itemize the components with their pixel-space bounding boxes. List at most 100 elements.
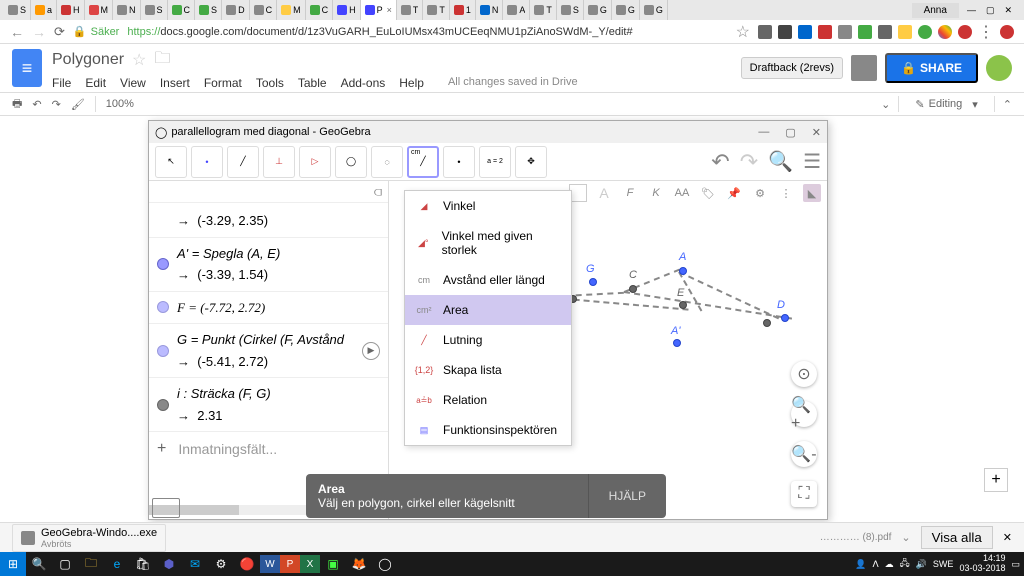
dropdown-item-avstand[interactable]: cm Avstånd eller längd (405, 265, 571, 295)
redo-icon[interactable]: ↷ (740, 149, 758, 175)
comments-icon[interactable] (851, 55, 877, 81)
style-bar-icon[interactable]: ◣ (803, 184, 821, 202)
browser-tab[interactable]: S (4, 0, 31, 20)
keyboard-icon[interactable] (152, 498, 180, 518)
close-icon[interactable]: × (387, 5, 392, 15)
label-icon[interactable]: 🏷 (699, 184, 717, 202)
undo-icon[interactable]: ↶ (711, 149, 729, 175)
browser-tab[interactable]: G (640, 0, 668, 20)
browser-tab[interactable]: M (85, 0, 114, 20)
visibility-toggle[interactable] (157, 399, 169, 411)
algebra-row[interactable]: i : Sträcka (F, G)→ 2.31 (149, 378, 388, 432)
extension-icon[interactable] (858, 25, 872, 39)
more-icon[interactable]: ⋮ (777, 184, 795, 202)
extension-icon[interactable] (758, 25, 772, 39)
menu-file[interactable]: File (52, 76, 71, 90)
fullscreen-icon[interactable]: ⛶ (791, 481, 817, 507)
dropdown-item-area[interactable]: cm² Area (405, 295, 571, 325)
close-icon[interactable]: ✕ (812, 126, 821, 139)
move-tool[interactable]: ✥ (515, 146, 547, 178)
point-tool[interactable]: • (191, 146, 223, 178)
extension-icon[interactable] (818, 25, 832, 39)
italic-icon[interactable]: K (647, 184, 665, 202)
browser-tab[interactable]: S (195, 0, 222, 20)
menu-table[interactable]: Table (298, 76, 327, 90)
store-icon[interactable]: 🛍 (130, 552, 156, 576)
star-icon[interactable]: ☆ (132, 50, 146, 70)
browser-tab[interactable]: M (277, 0, 306, 20)
avatar[interactable] (986, 55, 1012, 81)
browser-tab[interactable]: H (57, 0, 85, 20)
slider-tool[interactable]: a = 2 (479, 146, 511, 178)
redo-icon[interactable]: ↷ (52, 98, 61, 111)
browser-tab[interactable]: S (557, 0, 584, 20)
algebra-row[interactable]: → (-3.29, 2.35) (149, 203, 388, 238)
download-item[interactable]: GeoGebra-Windo....exe Avbröts (12, 524, 166, 552)
menu-edit[interactable]: Edit (85, 76, 106, 90)
firefox-icon[interactable]: 🦊 (346, 552, 372, 576)
menu-icon[interactable]: ⋮ (978, 22, 994, 42)
geogebra-taskbar-icon[interactable]: ◯ (372, 552, 398, 576)
menu-addons[interactable]: Add-ons (341, 76, 386, 90)
language-indicator[interactable]: SWE (933, 559, 954, 569)
edge-icon[interactable]: e (104, 552, 130, 576)
zoom-out-icon[interactable]: 🔍- (791, 441, 817, 467)
security-indicator[interactable]: 🔒 Säker (73, 25, 119, 38)
undo-icon[interactable]: ↶ (32, 98, 41, 111)
geogebra-titlebar[interactable]: ◯ parallellogram med diagonal - GeoGebra… (149, 121, 827, 143)
segment-tool[interactable]: ╱ (227, 146, 259, 178)
excel-icon[interactable]: X (300, 555, 320, 573)
browser-tab[interactable]: C (250, 0, 278, 20)
word-icon[interactable]: W (260, 555, 280, 573)
doc-title[interactable]: Polygoner (52, 51, 124, 69)
input-placeholder[interactable]: Inmatningsfält... (178, 441, 277, 457)
browser-tab[interactable]: T (530, 0, 557, 20)
menu-help[interactable]: Help (399, 76, 424, 90)
text-color-icon[interactable]: A (595, 184, 613, 202)
menu-tools[interactable]: Tools (256, 76, 284, 90)
font-size-icon[interactable]: AA (673, 184, 691, 202)
browser-tab-active[interactable]: P× (361, 0, 397, 20)
pin-icon[interactable]: 📌 (725, 184, 743, 202)
browser-tab[interactable]: C (306, 0, 334, 20)
menu-format[interactable]: Format (204, 76, 242, 90)
app-icon[interactable]: ▣ (320, 552, 346, 576)
download-item[interactable]: ………… (8).pdf (820, 532, 892, 543)
action-center-icon[interactable]: ▭ (1011, 559, 1020, 570)
hamburger-icon[interactable]: ☰ (803, 149, 821, 174)
browser-tab[interactable]: G (584, 0, 612, 20)
network-icon[interactable]: 🖧 (900, 556, 910, 572)
algebra-row[interactable]: F = (-7.72, 2.72) (149, 292, 388, 325)
gdocs-logo-icon[interactable]: ≡ (12, 49, 42, 87)
folder-icon[interactable]: 🗀 (154, 47, 170, 74)
add-comment-button[interactable]: + (984, 468, 1008, 492)
browser-tab[interactable]: G (612, 0, 640, 20)
transform-tool[interactable]: • (443, 146, 475, 178)
search-icon[interactable]: 🔍 (26, 552, 52, 576)
extension-icon[interactable] (838, 25, 852, 39)
play-icon[interactable]: ▶ (362, 342, 380, 360)
extension-icon[interactable] (798, 25, 812, 39)
algebra-view-icon[interactable]: ⫏ (374, 183, 382, 200)
circle-tool[interactable]: ◯ (335, 146, 367, 178)
minimize-icon[interactable]: — (758, 126, 769, 139)
browser-tab[interactable]: A (503, 0, 530, 20)
share-button[interactable]: 🔒 SHARE (885, 53, 978, 83)
input-row[interactable]: + Inmatningsfält... (149, 432, 388, 466)
pointer-tool[interactable]: ↖ (155, 146, 187, 178)
search-icon[interactable]: 🔍 (768, 149, 793, 174)
settings-icon[interactable]: ⚙ (208, 552, 234, 576)
extension-icon[interactable] (938, 25, 952, 39)
browser-tab[interactable]: C (168, 0, 196, 20)
task-view-icon[interactable]: ▢ (52, 552, 78, 576)
perpendicular-tool[interactable]: ⊥ (263, 146, 295, 178)
locate-icon[interactable]: ⊙ (791, 361, 817, 387)
browser-tab[interactable]: T (397, 0, 424, 20)
chrome-icon[interactable]: 🔴 (234, 552, 260, 576)
extension-icon[interactable] (898, 25, 912, 39)
print-icon[interactable]: 🖶 (12, 95, 22, 114)
people-icon[interactable]: 👤 (855, 559, 866, 570)
star-icon[interactable]: ☆ (736, 22, 750, 42)
reload-icon[interactable]: ⟳ (54, 24, 65, 40)
algebra-row[interactable]: A' = Spegla (A, E)→ (-3.39, 1.54) (149, 238, 388, 292)
